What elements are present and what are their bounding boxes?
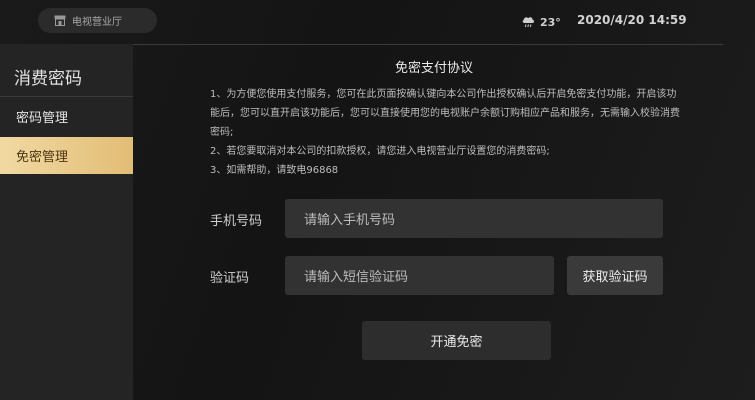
sidebar: 消费密码 密码管理 免密管理 (0, 44, 133, 400)
enable-passwordless-button[interactable]: 开通免密 (362, 321, 551, 360)
sidebar-title: 消费密码 (14, 69, 82, 89)
get-code-button[interactable]: 获取验证码 (567, 256, 663, 295)
agreement-paragraph: 1、为方便您使用支付服务，您可在此页面按确认键向本公司作出授权确认后开启免密支付… (210, 89, 680, 138)
agreement-text: 1、为方便您使用支付服务，您可在此页面按确认键向本公司作出授权确认后开启免密支付… (210, 85, 680, 180)
top-divider (133, 44, 723, 45)
code-label: 验证码 (210, 271, 250, 286)
agreement-paragraph: 2、若您要取消对本公司的扣款授权，请您进入电视营业厅设置您的消费密码; (210, 146, 550, 157)
cloud-rain-icon (521, 13, 536, 32)
temperature: 23° (540, 16, 561, 29)
page: 电视营业厅 23° 2020/4/20 14:59 消费密码 密码管理 免密管理… (0, 0, 755, 400)
sidebar-divider (0, 96, 133, 97)
sidebar-item-password-management[interactable]: 密码管理 (0, 98, 133, 135)
weather: 23° (521, 13, 561, 32)
sidebar-item-label: 免密管理 (16, 150, 69, 165)
sms-code-placeholder: 请输入短信验证码 (304, 270, 409, 285)
sidebar-item-label: 密码管理 (16, 111, 69, 126)
phone-input[interactable]: 请输入手机号码 (285, 199, 663, 238)
tv-store-button[interactable]: 电视营业厅 (38, 8, 157, 33)
agreement-paragraph: 3、如需帮助，请致电96868 (210, 165, 339, 176)
tv-store-label: 电视营业厅 (72, 17, 122, 28)
datetime: 2020/4/20 14:59 (577, 13, 687, 27)
phone-label: 手机号码 (210, 214, 263, 229)
agreement-title: 免密支付协议 (395, 61, 474, 76)
phone-placeholder: 请输入手机号码 (304, 213, 396, 228)
sms-code-input[interactable]: 请输入短信验证码 (285, 256, 554, 295)
sidebar-item-passwordless-management[interactable]: 免密管理 (0, 137, 133, 174)
store-icon (54, 15, 66, 26)
